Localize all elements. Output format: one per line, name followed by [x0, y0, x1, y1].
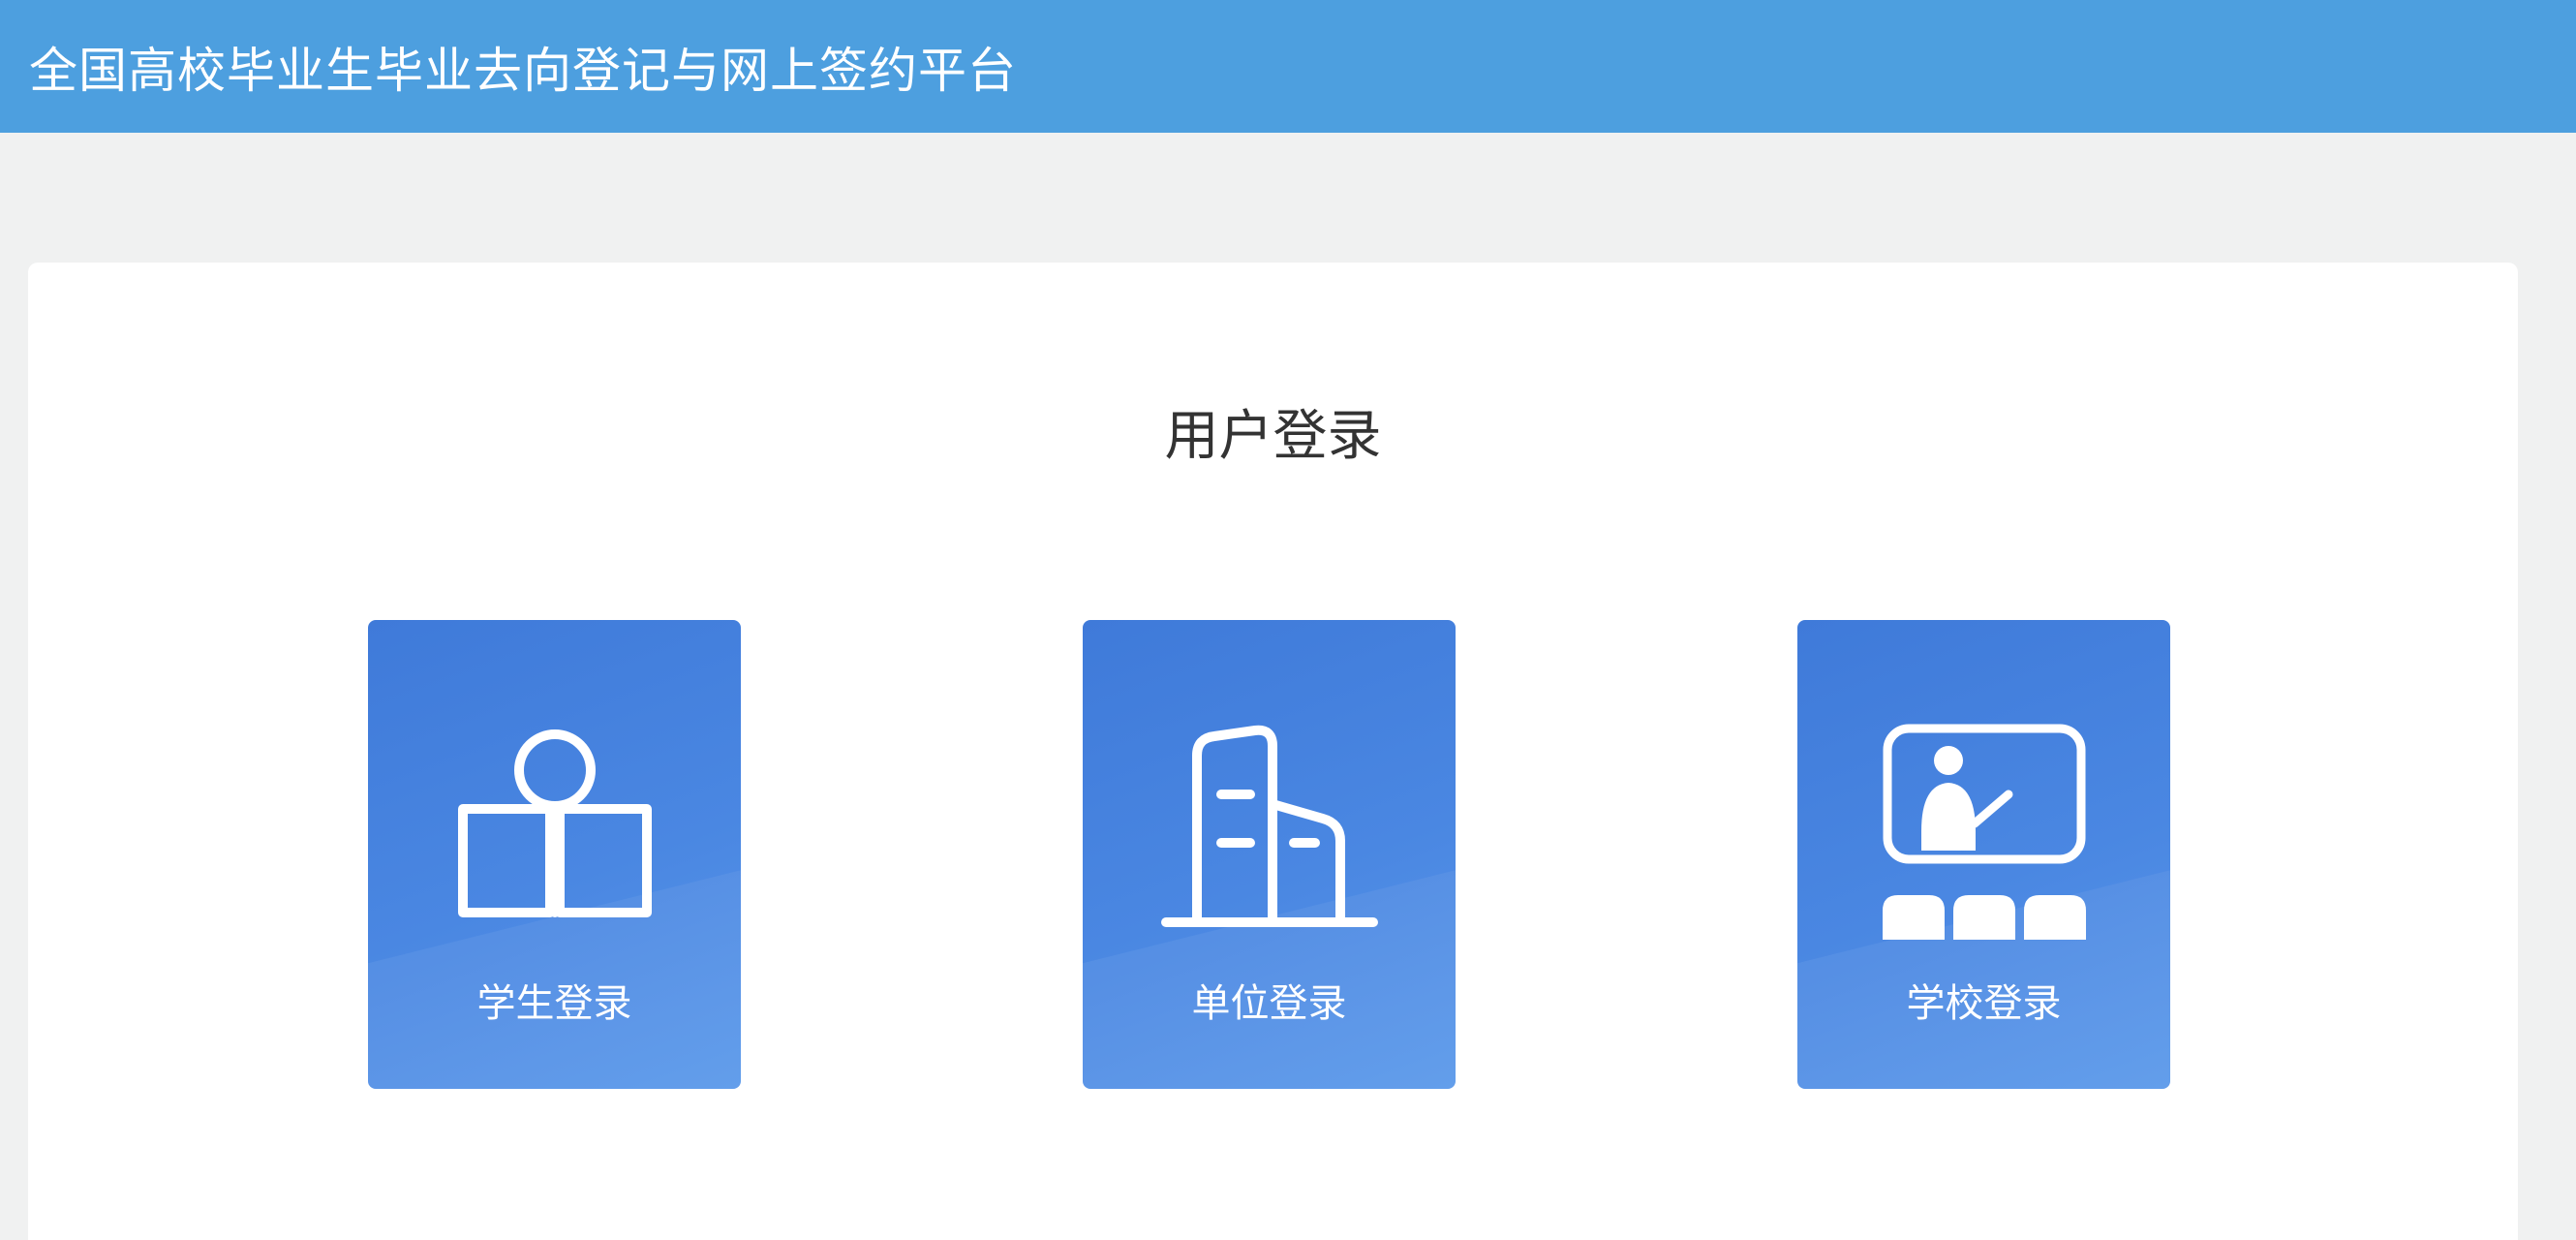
school-login-label: 学校登录: [1906, 981, 2062, 1026]
login-panel: 用户登录 学生登录 单位登录 学校登录: [28, 263, 2518, 1240]
employer-login-card[interactable]: 单位登录: [1083, 620, 1456, 1089]
student-login-card[interactable]: 学生登录: [368, 620, 741, 1089]
login-title: 用户登录: [1164, 405, 1382, 468]
student-reading-icon: [457, 729, 652, 917]
teacher-classroom-icon: [1882, 724, 2086, 940]
employer-login-label: 单位登录: [1191, 981, 1347, 1026]
platform-title: 全国高校毕业生毕业去向登记与网上签约平台: [29, 42, 1017, 99]
office-building-icon: [1160, 725, 1378, 927]
school-login-card[interactable]: 学校登录: [1797, 620, 2170, 1089]
student-login-label: 学生登录: [476, 981, 632, 1026]
top-header-bar: 全国高校毕业生毕业去向登记与网上签约平台: [0, 0, 2576, 133]
